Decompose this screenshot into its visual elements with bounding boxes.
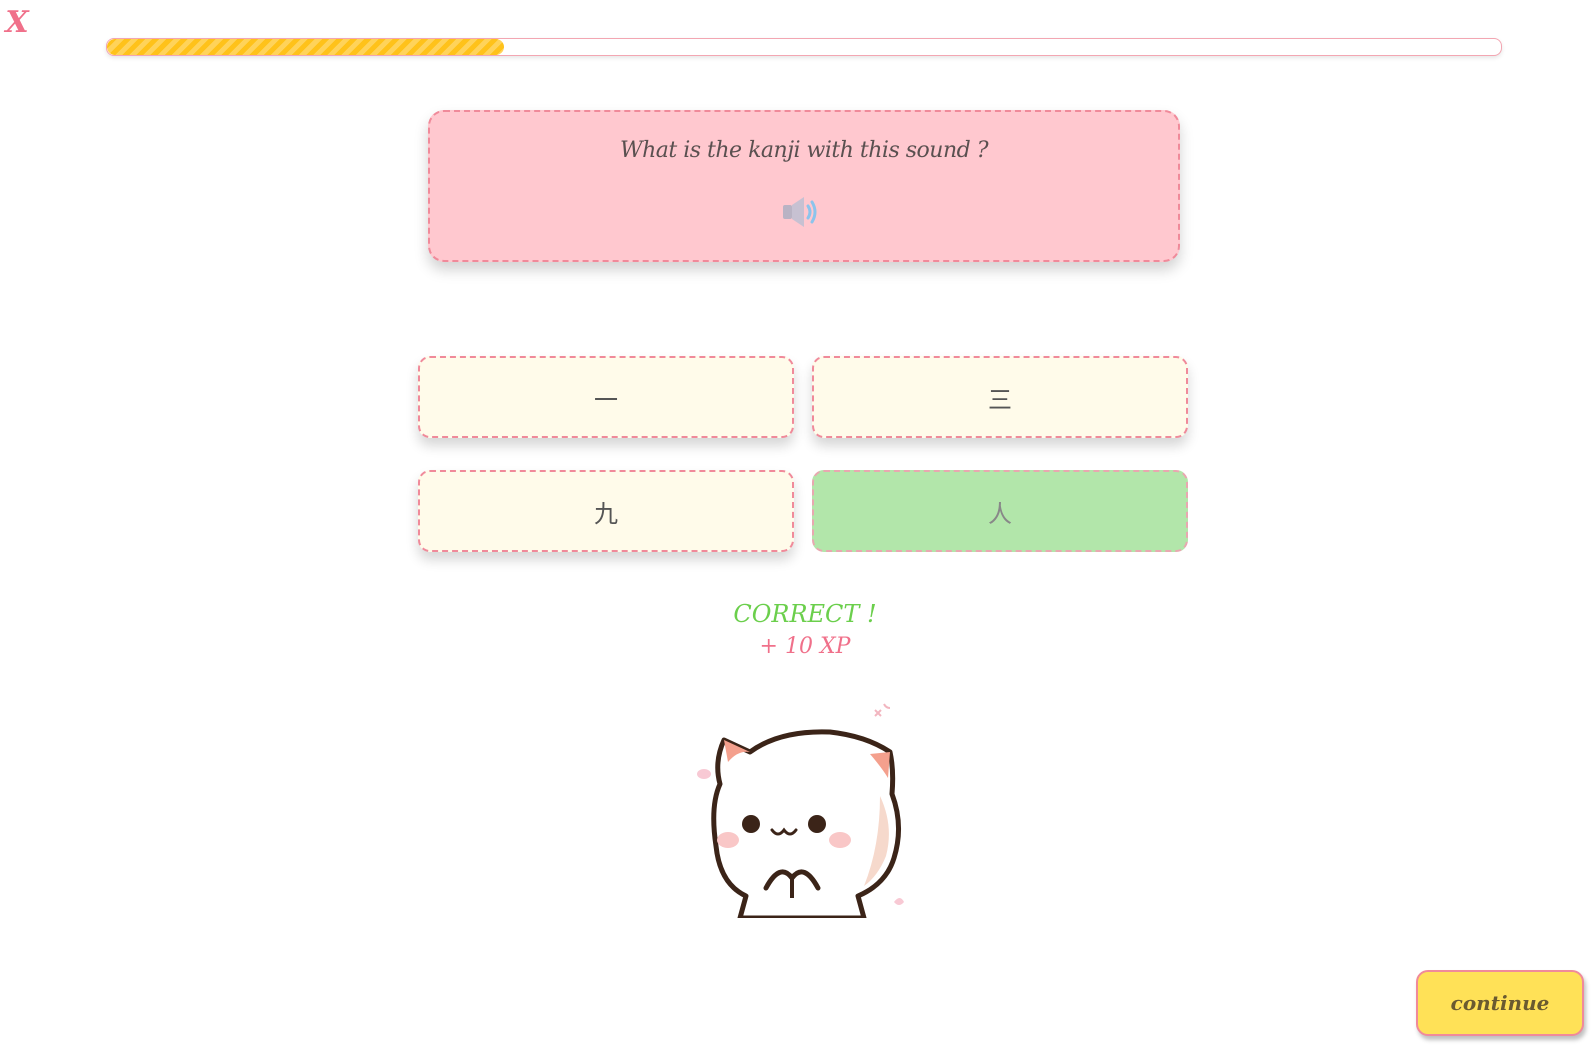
speaker-icon[interactable] <box>780 194 824 230</box>
continue-button[interactable]: continue <box>1416 970 1584 1036</box>
question-card: What is the kanji with this sound ? <box>428 110 1180 262</box>
close-button[interactable]: X <box>2 6 32 40</box>
answer-option-2[interactable]: 三 <box>812 356 1188 438</box>
answer-option-3[interactable]: 九 <box>418 470 794 552</box>
progress-bar <box>106 38 1502 56</box>
answer-option-1[interactable]: 一 <box>418 356 794 438</box>
cat-icon <box>680 666 930 921</box>
answer-option-4-correct[interactable]: 人 <box>812 470 1188 552</box>
xp-reward: + 10 XP <box>759 634 851 659</box>
quiz-page: X What is the kanji with this sound ? 一 … <box>0 0 1591 1046</box>
question-prompt: What is the kanji with this sound ? <box>620 138 988 163</box>
correct-feedback: CORRECT ! <box>733 600 877 628</box>
progress-fill <box>107 39 505 55</box>
